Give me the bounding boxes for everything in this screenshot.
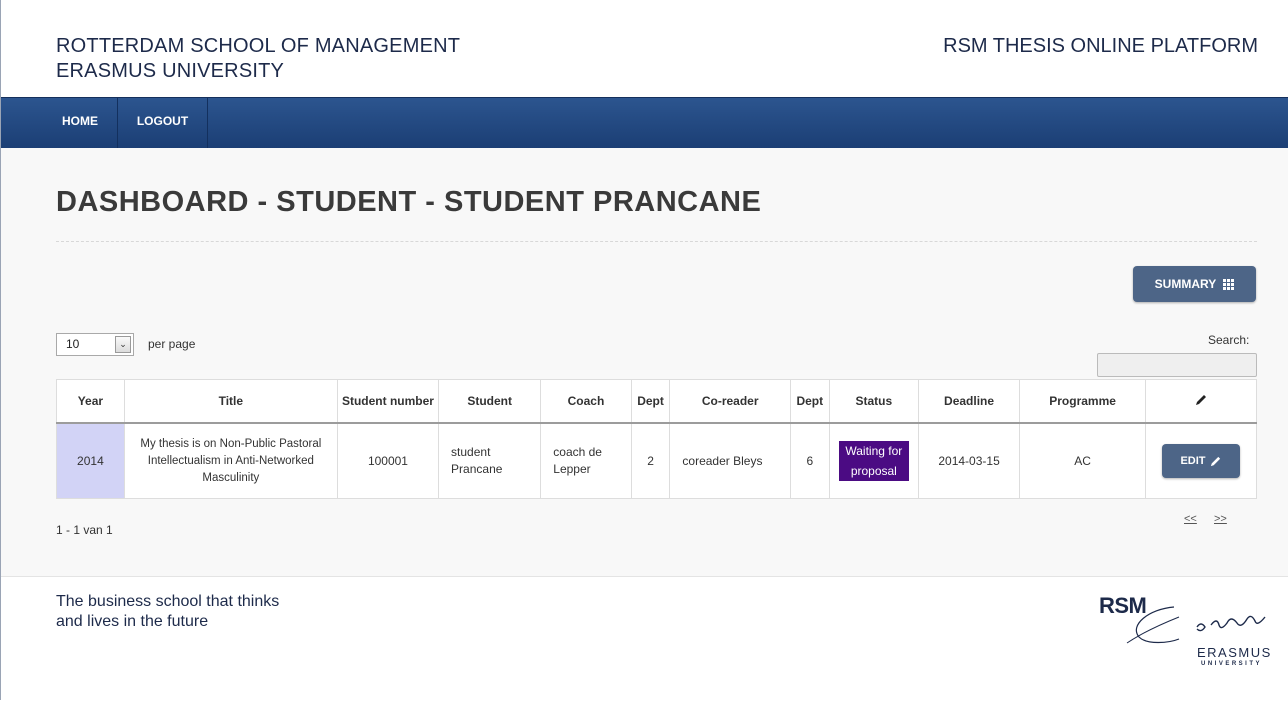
cell-programme: AC — [1019, 422, 1147, 499]
summary-button-label: SUMMARY — [1154, 277, 1216, 291]
per-page-select[interactable]: 10 ⌄ — [56, 333, 134, 356]
nav-logout-link[interactable]: LOGOUT — [118, 98, 208, 149]
table-header-row: Year Title Student number Student Coach … — [56, 379, 1257, 424]
footer-tagline-line2: and lives in the future — [56, 613, 209, 630]
logo-erasmus-text: ERASMUS — [1197, 645, 1272, 660]
column-header-student-number[interactable]: Student number — [336, 379, 440, 424]
school-name: ROTTERDAM SCHOOL OF MANAGEMENT ERASMUS U… — [56, 34, 460, 84]
platform-title: RSM THESIS ONLINE PLATFORM — [943, 35, 1258, 57]
footer-tagline-line1: The business school that thinks — [56, 593, 280, 610]
page-title: DASHBOARD - STUDENT - STUDENT PRANCANE — [56, 186, 762, 218]
pagination-next-link[interactable]: >> — [1214, 513, 1227, 525]
cell-coreader: coreader Bleys — [669, 422, 791, 499]
pencil-icon — [1196, 394, 1207, 405]
cell-coach: coach de Lepper — [540, 422, 632, 499]
site-footer: The business school that thinks and live… — [1, 576, 1288, 701]
school-name-line2: ERASMUS UNIVERSITY — [56, 60, 285, 82]
cell-coach-dept: 2 — [630, 422, 671, 499]
column-header-coreader-dept[interactable]: Dept — [789, 379, 830, 424]
cell-deadline: 2014-03-15 — [917, 422, 1021, 499]
pagination-prev-link[interactable]: << — [1184, 513, 1197, 525]
logo-university-text: UNIVERSITY — [1201, 661, 1263, 667]
main-navbar: HOME LOGOUT — [1, 97, 1288, 149]
table-row: 2014 My thesis is on Non-Public Pastoral… — [56, 422, 1257, 499]
column-header-title[interactable]: Title — [123, 379, 338, 424]
column-header-deadline[interactable]: Deadline — [917, 379, 1021, 424]
nav-home-link[interactable]: HOME — [43, 98, 118, 149]
footer-tagline: The business school that thinks and live… — [56, 592, 356, 632]
column-header-coach[interactable]: Coach — [540, 379, 632, 424]
edit-button-label: EDIT — [1180, 455, 1206, 467]
main-content: DASHBOARD - STUDENT - STUDENT PRANCANE S… — [1, 148, 1288, 576]
column-header-coreader[interactable]: Co-reader — [669, 379, 791, 424]
pagination-info: 1 - 1 van 1 — [56, 523, 113, 537]
per-page-value: 10 — [66, 337, 80, 351]
school-name-line1: ROTTERDAM SCHOOL OF MANAGEMENT — [56, 35, 461, 57]
grid-icon — [1223, 279, 1235, 291]
pencil-icon — [1210, 456, 1220, 466]
per-page-label: per page — [148, 337, 196, 351]
column-header-year[interactable]: Year — [56, 379, 125, 424]
cell-coreader-dept: 6 — [789, 422, 830, 499]
cell-student: student Prancane — [438, 422, 542, 499]
column-header-student[interactable]: Student — [438, 379, 542, 424]
rsm-erasmus-logo: RSM ERASMUS UNIVERSITY — [1099, 585, 1287, 675]
title-divider — [56, 241, 1257, 242]
cell-title: My thesis is on Non-Public Pastoral Inte… — [123, 422, 338, 499]
column-header-programme[interactable]: Programme — [1019, 379, 1147, 424]
column-header-edit — [1145, 379, 1257, 424]
cell-edit: EDIT — [1145, 422, 1257, 499]
chevron-down-icon[interactable]: ⌄ — [115, 336, 131, 353]
cell-year: 2014 — [56, 422, 125, 499]
search-label: Search: — [1208, 333, 1250, 347]
summary-button[interactable]: SUMMARY — [1133, 266, 1256, 302]
column-header-coach-dept[interactable]: Dept — [630, 379, 671, 424]
edit-button[interactable]: EDIT — [1162, 444, 1241, 478]
thesis-table: Year Title Student number Student Coach … — [56, 379, 1257, 499]
status-badge: Waiting for proposal — [838, 441, 909, 481]
cell-student-number: 100001 — [336, 422, 440, 499]
site-header: ROTTERDAM SCHOOL OF MANAGEMENT ERASMUS U… — [1, 0, 1288, 97]
search-input[interactable] — [1097, 353, 1257, 377]
column-header-status[interactable]: Status — [828, 379, 919, 424]
cell-status: Waiting for proposal — [828, 422, 919, 499]
